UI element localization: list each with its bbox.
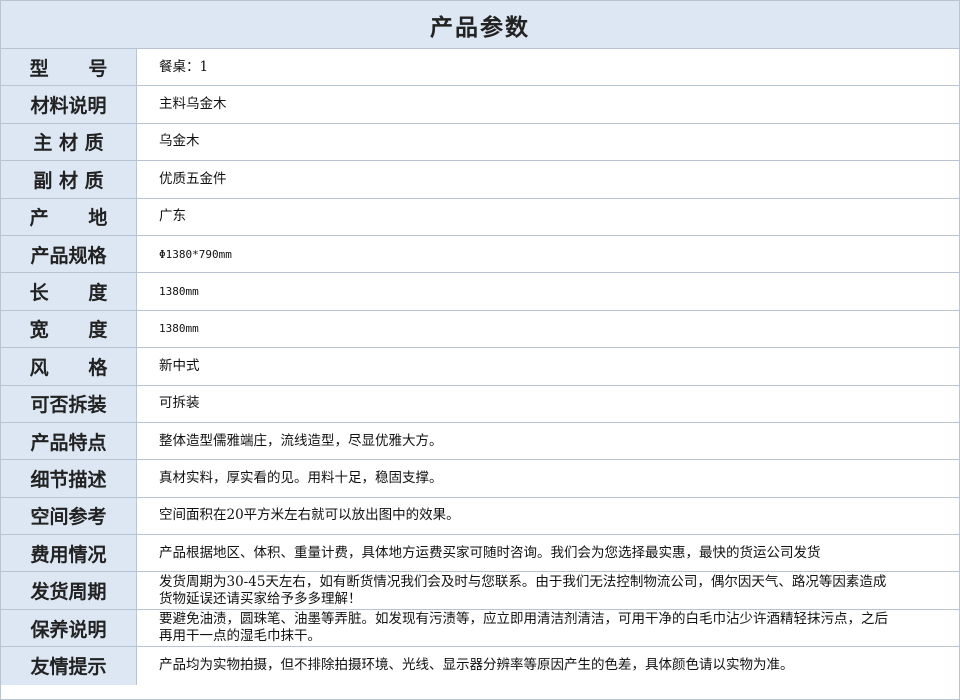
table-header: 产品参数 [1, 1, 959, 49]
table-row-main-material: 主 材 质 乌金木 [1, 123, 959, 162]
row-value: 产品均为实物拍摄，但不排除拍摄环境、光线、显示器分辨率等原因产生的色差，具体颜色… [159, 657, 794, 674]
row-value: 产品根据地区、体积、重量计费，具体地方运费买家可随时咨询。我们会为您选择最实惠，… [159, 544, 821, 561]
row-value: 优质五金件 [159, 170, 227, 187]
row-label: 空间参考 [1, 497, 137, 535]
row-label: 材料说明 [1, 86, 137, 123]
row-value: Φ1380*790mm [159, 247, 232, 261]
table-title: 产品参数 [430, 14, 530, 41]
row-label: 发货周期 [1, 572, 137, 609]
row-label: 型 号 [1, 49, 137, 86]
row-value: 空间面积在20平方米左右就可以放出图中的效果。 [159, 507, 460, 524]
table-row-space-reference: 空间参考 空间面积在20平方米左右就可以放出图中的效果。 [1, 497, 959, 536]
table-row-details: 细节描述 真材实料，厚实看的见。用料十足，稳固支撑。 [1, 460, 959, 498]
row-value: 可拆装 [159, 395, 200, 412]
table-row-length: 长 度 1380mm [1, 273, 959, 311]
row-value: 1380mm [159, 322, 199, 336]
row-label: 产品规格 [1, 235, 137, 273]
row-label: 细节描述 [1, 460, 137, 497]
row-value: 整体造型儒雅端庄，流线造型，尽显优雅大方。 [159, 432, 443, 449]
row-value: 发货周期为30-45天左右，如有断货情况我们会及时与您联系。由于我们无法控制物流… [159, 573, 887, 607]
row-label: 主 材 质 [1, 123, 137, 161]
table-row-shipping-cost: 费用情况 产品根据地区、体积、重量计费，具体地方运费买家可随时咨询。我们会为您选… [1, 535, 959, 573]
row-label: 副 材 质 [1, 161, 137, 198]
row-label: 可否拆装 [1, 385, 137, 422]
row-label: 宽 度 [1, 310, 137, 348]
row-value: 1380mm [159, 285, 199, 299]
table-row-friendly-reminder: 友情提示 产品均为实物拍摄，但不排除拍摄环境、光线、显示器分辨率等原因产生的色差… [1, 647, 959, 685]
row-value: 餐桌：1 [159, 58, 209, 75]
row-label: 保养说明 [1, 609, 137, 647]
row-label: 长 度 [1, 273, 137, 310]
table-row-material-description: 材料说明 主料乌金木 [1, 86, 959, 124]
row-label: 风 格 [1, 348, 137, 385]
row-value: 要避免油渍，圆珠笔、油墨等弄脏。如发现有污渍等，应立即用清洁剂清洁，可用干净的白… [159, 611, 888, 645]
table-row-detachable: 可否拆装 可拆装 [1, 385, 959, 423]
table-row-delivery-period: 发货周期 发货周期为30-45天左右，如有断货情况我们会及时与您联系。由于我们无… [1, 572, 959, 610]
product-parameters-table: 产品参数 型 号 餐桌：1 材料说明 主料乌金木 主 材 质 乌金木 副 材 质… [0, 0, 960, 700]
table-row-width: 宽 度 1380mm [1, 310, 959, 349]
table-row-maintenance: 保养说明 要避免油渍，圆珠笔、油墨等弄脏。如发现有污渍等，应立即用清洁剂清洁，可… [1, 609, 959, 648]
row-value: 新中式 [159, 357, 200, 374]
row-label: 友情提示 [1, 647, 137, 685]
row-value: 广东 [159, 208, 186, 225]
row-label: 产 地 [1, 198, 137, 235]
table-row-model: 型 号 餐桌：1 [1, 49, 959, 87]
table-row-secondary-material: 副 材 质 优质五金件 [1, 161, 959, 199]
table-row-specification: 产品规格 Φ1380*790mm [1, 235, 959, 274]
row-label: 产品特点 [1, 422, 137, 460]
row-value: 真材实料，厚实看的见。用料十足，稳固支撑。 [159, 469, 443, 486]
table-row-features: 产品特点 整体造型儒雅端庄，流线造型，尽显优雅大方。 [1, 422, 959, 461]
table-row-style: 风 格 新中式 [1, 348, 959, 386]
table-row-origin: 产 地 广东 [1, 198, 959, 236]
row-label: 费用情况 [1, 535, 137, 572]
row-value: 乌金木 [159, 133, 200, 150]
row-value: 主料乌金木 [159, 96, 227, 113]
